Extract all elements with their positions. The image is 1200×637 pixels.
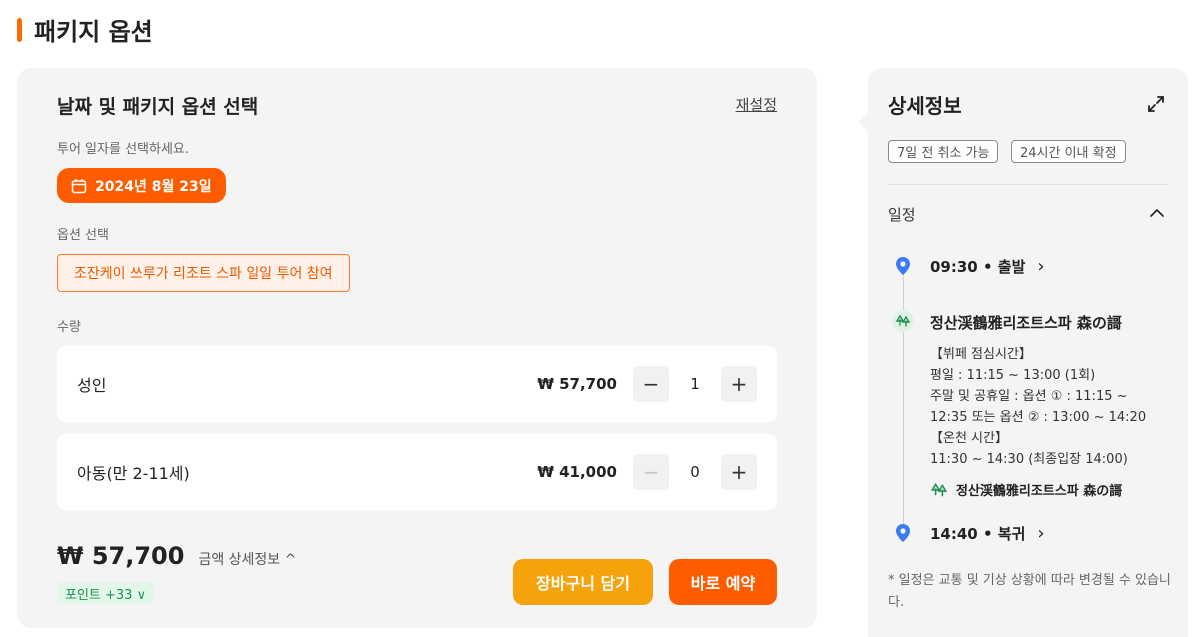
confirm-policy-tag: 24시간 이내 확정 <box>1011 140 1126 163</box>
decrease-button[interactable]: − <box>633 366 669 402</box>
section-accent-bar <box>17 17 22 42</box>
section-header: 패키지 옵션 <box>17 12 153 47</box>
panel-pointer <box>858 112 868 132</box>
chevron-up-icon[interactable] <box>1148 204 1166 222</box>
price-detail-toggle[interactable]: 금액 상세정보 ^ <box>198 549 296 569</box>
chevron-right-icon: › <box>1037 256 1045 277</box>
panel-heading: 날짜 및 패키지 옵션 선택 <box>57 96 259 118</box>
detail-line: 11:30 ~ 14:30 (최종입장 14:00) <box>930 452 1128 467</box>
total-price-block: ₩ 57,700 금액 상세정보 ^ <box>57 542 296 570</box>
start-time: 09:30 • 출발 <box>930 258 1026 276</box>
quantity-row-child: 아동(만 2-11세) ₩ 41,000 − 0 + <box>57 434 777 510</box>
increase-button[interactable]: + <box>721 366 757 402</box>
poi-name: 정산渓鶴雅리조트스파 森の謌 <box>930 314 1122 332</box>
location-pin-icon <box>896 257 910 275</box>
decrease-button[interactable]: − <box>633 454 669 490</box>
detail-line: 【온천 시간】 <box>930 431 1008 446</box>
poi-link-label: 정산渓鶴雅리조트스파 森の謌 <box>956 484 1123 499</box>
expand-icon[interactable] <box>1146 94 1166 114</box>
quantity-row-adult: 성인 ₩ 57,700 − 1 + <box>57 346 777 422</box>
quantity-count: 1 <box>690 375 700 393</box>
detail-line: 12:35 또는 옵션 ② : 13:00 ~ 14:20 <box>930 410 1147 425</box>
option-label: 옵션 선택 <box>57 228 109 243</box>
detail-line: 주말 및 공휴일 : 옵션 ① : 11:15 ~ <box>930 389 1128 404</box>
chevron-right-icon: › <box>1037 523 1045 544</box>
detail-title: 상세정보 <box>888 94 962 118</box>
ticket-type-name: 성인 <box>77 376 107 395</box>
tree-icon <box>892 310 914 332</box>
section-title: 패키지 옵션 <box>34 18 153 46</box>
ticket-price: ₩ 41,000 <box>537 463 617 481</box>
detail-panel: 상세정보 7일 전 취소 가능 24시간 이내 확정 일정 09:30 • 출발… <box>858 68 1188 637</box>
schedule-note: * 일정은 교통 및 기상 상황에 따라 변경될 수 있습니다. <box>888 573 1171 610</box>
location-pin-icon <box>896 524 910 542</box>
date-prompt: 투어 일자를 선택하세요. <box>57 142 189 157</box>
calendar-icon <box>71 178 87 193</box>
end-time: 14:40 • 복귀 <box>930 525 1026 543</box>
quantity-label: 수량 <box>57 320 81 335</box>
poi-details: 【뷔페 점심시간】 평일 : 11:15 ~ 13:00 (1회) 주말 및 공… <box>930 344 1170 470</box>
ticket-type-name: 아동(만 2-11세) <box>77 464 190 483</box>
selected-date: 2024년 8월 23일 <box>95 178 212 195</box>
cancel-policy-tag: 7일 전 취소 가능 <box>888 140 999 163</box>
increase-button[interactable]: + <box>721 454 757 490</box>
poi-link[interactable]: 정산渓鶴雅리조트스파 森の謌 <box>930 480 1122 499</box>
add-to-cart-button[interactable]: 장바구니 담기 <box>513 559 653 605</box>
tree-icon <box>930 482 948 496</box>
quantity-count: 0 <box>690 463 700 481</box>
detail-line: 평일 : 11:15 ~ 13:00 (1회) <box>930 368 1096 383</box>
reset-link[interactable]: 재설정 <box>736 94 777 115</box>
detail-line: 【뷔페 점심시간】 <box>930 347 1032 362</box>
schedule-label: 일정 <box>888 206 916 224</box>
total-price: ₩ 57,700 <box>57 542 185 570</box>
date-select-button[interactable]: 2024년 8월 23일 <box>57 168 226 203</box>
divider <box>888 184 1168 185</box>
option-chip[interactable]: 조잔케이 쓰루가 리조트 스파 일일 투어 참여 <box>57 254 350 292</box>
timeline-end[interactable]: 14:40 • 복귀 › <box>930 523 1045 544</box>
timeline-start[interactable]: 09:30 • 출발 › <box>930 256 1045 277</box>
book-now-button[interactable]: 바로 예약 <box>669 559 777 605</box>
package-option-panel: 날짜 및 패키지 옵션 선택 재설정 투어 일자를 선택하세요. 2024년 8… <box>17 68 817 628</box>
ticket-price: ₩ 57,700 <box>537 375 617 393</box>
points-badge[interactable]: 포인트 +33 ∨ <box>57 582 155 604</box>
